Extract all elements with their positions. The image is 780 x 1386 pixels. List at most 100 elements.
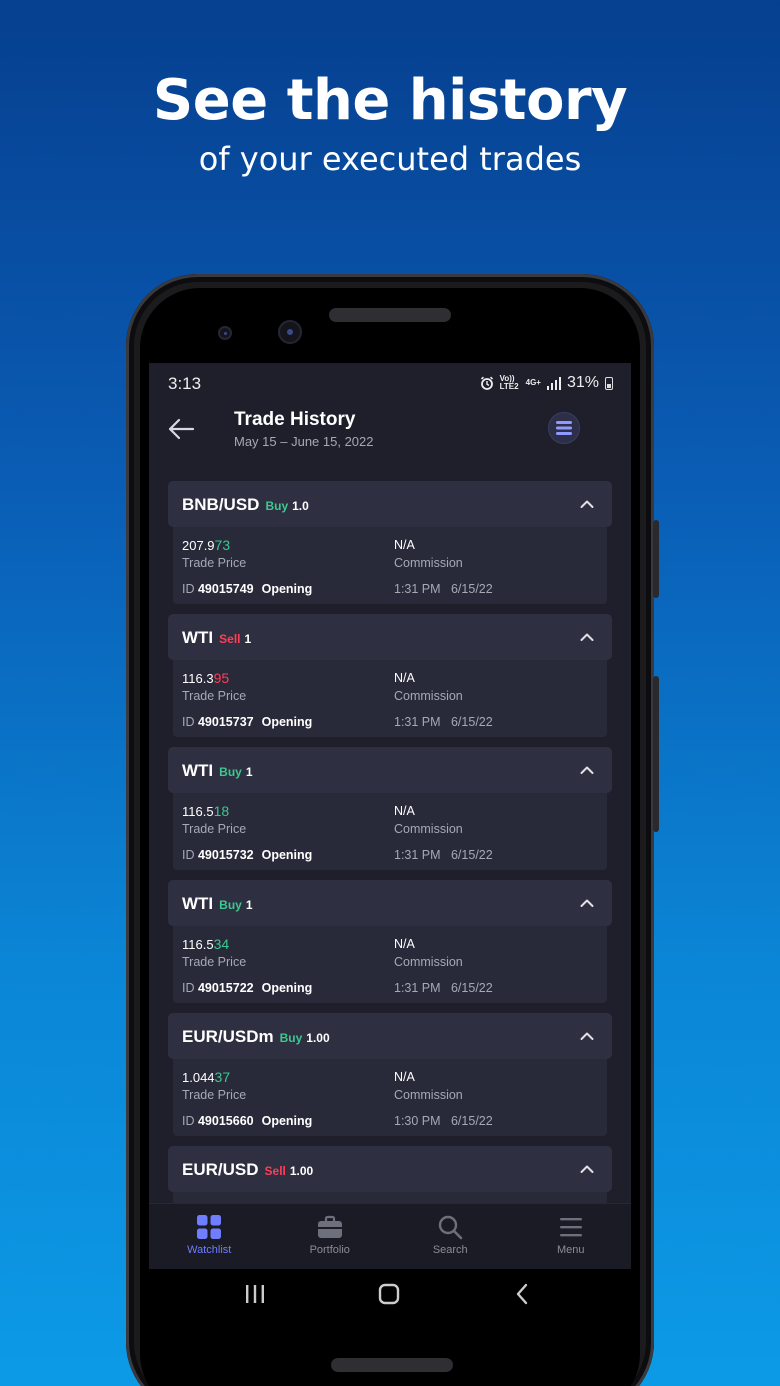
grid-icon — [197, 1215, 222, 1239]
trade-quantity: 1.0 — [292, 499, 309, 513]
filter-menu-button[interactable] — [548, 412, 580, 444]
trade-symbol: EUR/USDm Buy 1.00 — [182, 1027, 330, 1046]
trade-card: EUR/USDm Buy 1.00 1.04437 Trade Price N/A … — [168, 1013, 612, 1136]
promo-subline: of your executed trades — [198, 140, 582, 178]
commission-value: N/A — [394, 937, 415, 951]
trade-quantity: 1 — [245, 898, 253, 912]
trade-card: WTI Buy 1 116.518 Trade Price N/A Commissi… — [168, 747, 612, 870]
tab-search[interactable]: Search — [390, 1204, 511, 1269]
trade-price-label: Trade Price — [182, 556, 247, 570]
trade-price: 116.395 — [182, 670, 230, 686]
chevron-up-icon[interactable] — [580, 898, 594, 908]
trade-quantity: 1 — [245, 765, 253, 779]
trade-card-header[interactable]: EUR/USDm Buy 1.00 — [168, 1013, 612, 1059]
chevron-up-icon[interactable] — [580, 499, 594, 509]
trade-timestamp: 1:31 PM 6/15/22 — [394, 582, 493, 596]
trade-price-label: Trade Price — [182, 1088, 247, 1102]
trade-timestamp: 1:31 PM 6/15/22 — [394, 981, 493, 995]
alarm-icon — [480, 376, 493, 390]
trade-type: Opening — [261, 1114, 313, 1128]
trade-card: WTI Buy 1 116.534 Trade Price N/A Commissi… — [168, 880, 612, 1003]
trade-quantity: 1.00 — [289, 1164, 314, 1178]
trade-card-header[interactable]: WTI Sell 1 — [168, 614, 612, 660]
trade-symbol: EUR/USD Sell 1.00 — [182, 1160, 314, 1179]
volume-button — [653, 520, 659, 598]
briefcase-icon — [317, 1215, 342, 1238]
trade-card-details: 116.518 Trade Price N/A Commission ID 49… — [173, 793, 607, 870]
trade-side: Buy — [265, 499, 289, 513]
status-bar: 3:13 Vo)) LTE2 4G+ 31% — [149, 363, 631, 403]
bottom-speaker — [331, 1358, 453, 1372]
status-time: 3:13 — [168, 374, 202, 393]
chevron-up-icon[interactable] — [580, 765, 594, 775]
search-icon — [439, 1215, 463, 1240]
commission-label: Commission — [394, 955, 463, 969]
chevron-up-icon[interactable] — [580, 632, 594, 642]
trade-quantity: 1.00 — [306, 1031, 330, 1045]
trade-side: Sell — [219, 632, 241, 646]
network-type: 4G+ — [525, 378, 541, 387]
trade-price-label: Trade Price — [182, 955, 247, 969]
tab-menu[interactable]: Menu — [511, 1204, 632, 1269]
page-title: Trade History — [234, 409, 356, 430]
trade-symbol: WTI Sell 1 — [182, 628, 252, 647]
commission-label: Commission — [394, 822, 463, 836]
back-arrow-icon[interactable] — [167, 417, 195, 441]
trade-timestamp: 1:31 PM 6/15/22 — [394, 848, 493, 862]
trade-timestamp: 1:30 PM 6/15/22 — [394, 1114, 493, 1128]
tab-label: Menu — [556, 1244, 585, 1256]
front-camera-icon — [278, 320, 302, 344]
trade-card-details: 1.04437 Trade Price N/A Commission ID 49… — [173, 1059, 607, 1136]
date-range: May 15 – June 15, 2022 — [234, 434, 374, 449]
trade-price: 116.518 — [182, 803, 230, 819]
trade-price-label: Trade Price — [182, 822, 247, 836]
trade-type: Opening — [261, 582, 313, 596]
volte-indicator: Vo)) LTE2 — [499, 374, 519, 391]
signal-icon — [546, 376, 561, 390]
commission-value: N/A — [394, 804, 415, 818]
trade-price: 207.973 — [182, 537, 231, 553]
back-nav-icon[interactable] — [515, 1283, 529, 1305]
trade-quantity: 1 — [244, 632, 252, 646]
trade-card: EUR/USD Sell 1.00 — [168, 1146, 612, 1206]
trade-price: 1.04437 — [182, 1069, 231, 1085]
trade-side: Sell — [264, 1164, 286, 1178]
trade-symbol: WTI Buy 1 — [182, 761, 253, 780]
tab-label: Watchlist — [187, 1244, 232, 1256]
trade-symbol: BNB/USD Buy 1.0 — [182, 495, 309, 514]
trade-id: ID 49015737 Opening — [182, 715, 313, 729]
trade-type: Opening — [261, 848, 313, 862]
commission-value: N/A — [394, 1070, 415, 1084]
trade-side: Buy — [279, 1031, 303, 1045]
commission-label: Commission — [394, 556, 463, 570]
commission-value: N/A — [394, 538, 415, 552]
chevron-up-icon[interactable] — [580, 1164, 594, 1174]
trade-card-header[interactable]: EUR/USD Sell 1.00 — [168, 1146, 612, 1192]
trade-card-details: 116.395 Trade Price N/A Commission ID 49… — [173, 660, 607, 737]
tab-portfolio[interactable]: Portfolio — [270, 1204, 391, 1269]
trade-type: Opening — [261, 981, 313, 995]
bottom-tab-bar: Watchlist Portfolio Search Menu — [149, 1203, 631, 1269]
trade-card-header[interactable]: BNB/USD Buy 1.0 — [168, 481, 612, 527]
list-icon — [556, 421, 572, 435]
trade-symbol: WTI Buy 1 — [182, 894, 253, 913]
trade-card-header[interactable]: WTI Buy 1 — [168, 880, 612, 926]
trade-card-details: 116.534 Trade Price N/A Commission ID 49… — [173, 926, 607, 1003]
battery-percent: 31% — [566, 374, 599, 391]
trade-type: Opening — [261, 715, 313, 729]
tab-watchlist[interactable]: Watchlist — [149, 1204, 270, 1269]
trade-price-label: Trade Price — [182, 689, 247, 703]
system-nav-bar — [149, 1269, 631, 1323]
recents-icon[interactable] — [245, 1283, 265, 1305]
trade-card-header[interactable]: WTI Buy 1 — [168, 747, 612, 793]
trade-id: ID 49015722 Opening — [182, 981, 313, 995]
trade-id: ID 49015660 Opening — [182, 1114, 313, 1128]
trade-side: Buy — [219, 898, 242, 912]
trade-price: 116.534 — [182, 936, 230, 952]
chevron-up-icon[interactable] — [580, 1031, 594, 1041]
trade-list: BNB/USD Buy 1.0 207.973 Trade Price N/A Co… — [168, 481, 612, 1216]
home-icon[interactable] — [378, 1283, 400, 1305]
sensor-icon — [218, 326, 232, 340]
power-button — [653, 676, 659, 832]
trade-id: ID 49015732 Opening — [182, 848, 313, 862]
